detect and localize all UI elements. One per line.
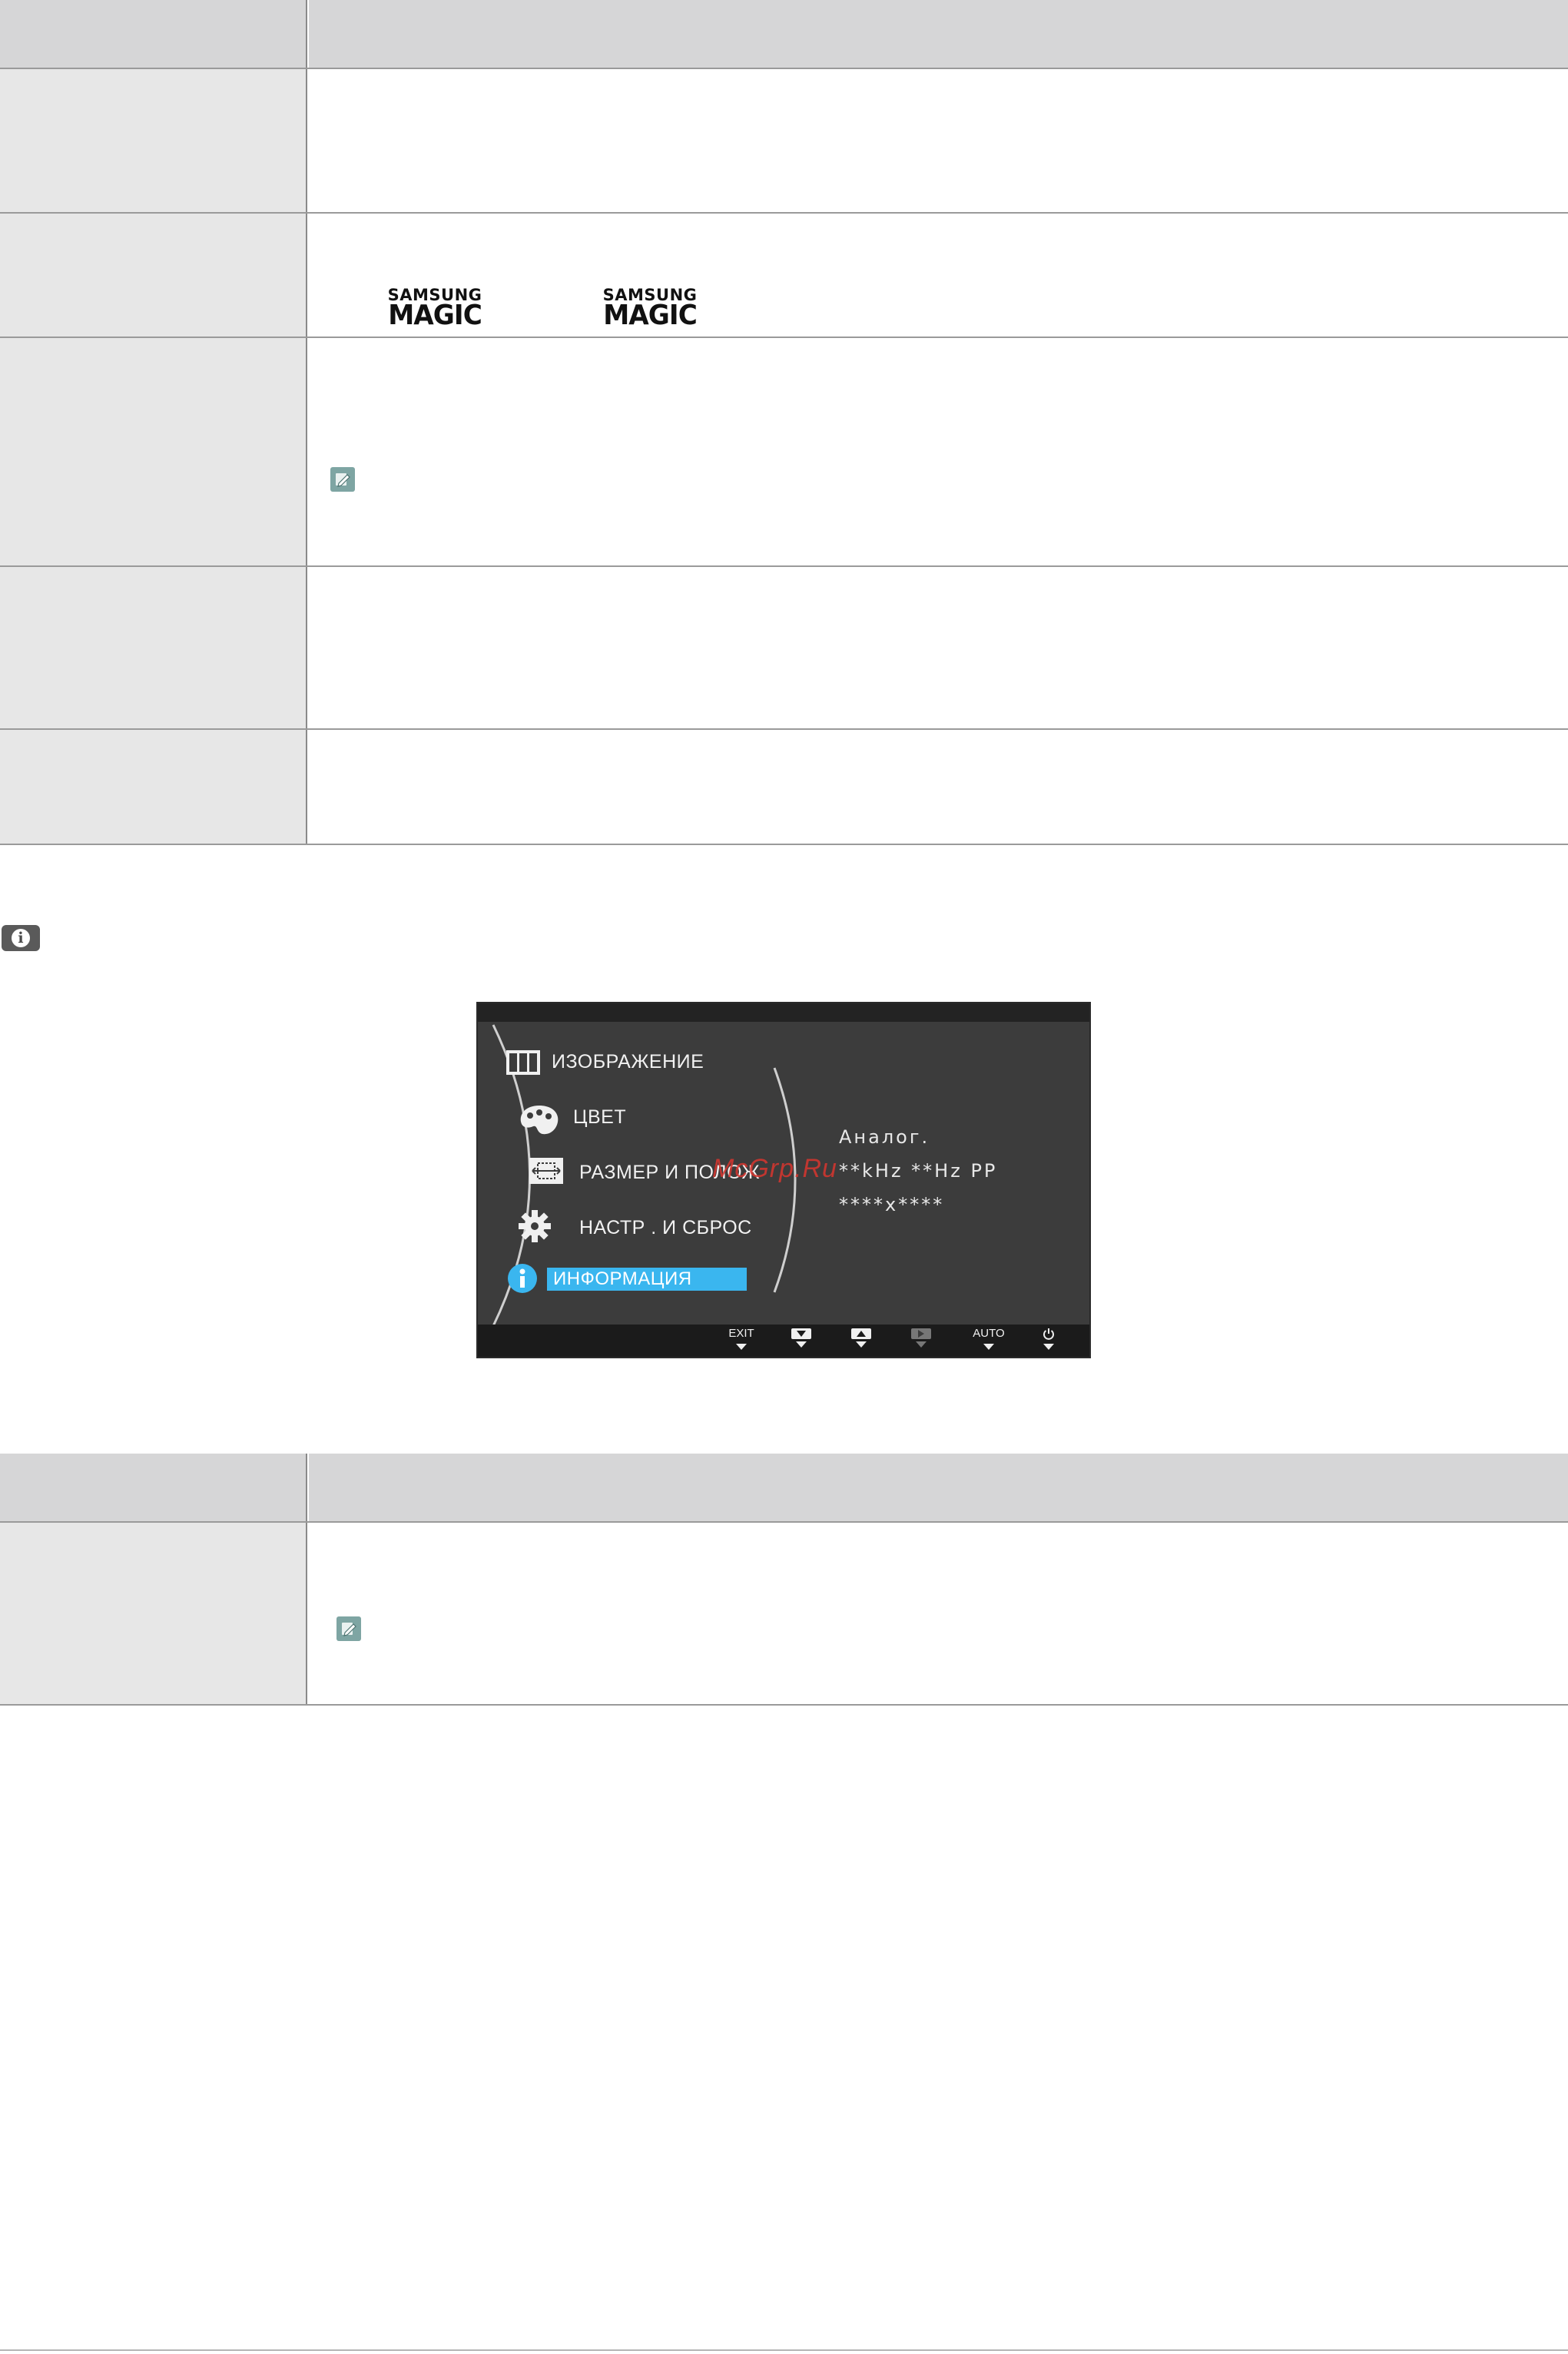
- down-button[interactable]: [782, 1326, 820, 1354]
- palette-icon: [520, 1106, 559, 1135]
- signal-type-text: Аналог.: [839, 1126, 930, 1148]
- table-header-row: [0, 0, 1568, 69]
- table-header-left: [0, 0, 307, 68]
- size-position-icon: [529, 1158, 563, 1184]
- arrow-down-icon: [916, 1341, 927, 1348]
- table-row: [0, 567, 1568, 730]
- arrow-down-icon: [736, 1344, 747, 1350]
- power-icon: [1043, 1326, 1055, 1341]
- menu-item-color: ЦВЕТ: [573, 1106, 627, 1128]
- frequency-text: **kHz **Hz PP: [839, 1160, 998, 1182]
- arrow-down-icon: [796, 1341, 807, 1348]
- note-icon: [336, 1616, 361, 1641]
- resolution-text: ****x****: [839, 1194, 945, 1215]
- arrow-down-icon: [983, 1344, 994, 1350]
- arrow-down-icon: [856, 1341, 867, 1348]
- down-key-icon: [791, 1328, 811, 1339]
- info-icon: i: [2, 925, 40, 951]
- menu-item-information-selected: ИНФОРМАЦИЯ: [547, 1268, 747, 1291]
- up-key-icon: [851, 1328, 871, 1339]
- auto-button[interactable]: AUTO: [970, 1326, 1008, 1354]
- arrow-down-icon: [1043, 1344, 1054, 1350]
- table-header-row: [0, 1454, 1568, 1523]
- note-icon: [330, 467, 355, 492]
- exit-button[interactable]: EXIT: [722, 1326, 761, 1354]
- samsung-magic-logo: SAMSUNG MAGIC: [387, 286, 482, 331]
- up-button[interactable]: [842, 1326, 880, 1354]
- footer-divider: [0, 2349, 1568, 2351]
- table-header-right: [309, 0, 1568, 68]
- table-row: [0, 69, 1568, 214]
- table-row: [0, 1523, 1568, 1706]
- right-key-icon: [911, 1328, 931, 1339]
- table-row: [0, 730, 1568, 845]
- samsung-magic-logo: SAMSUNG MAGIC: [602, 286, 698, 331]
- osd-menu-screenshot: ИЗОБРАЖЕНИЕ ЦВЕТ РАЗМЕР И ПОЛОЖ НАСТР . …: [476, 1002, 1091, 1358]
- menu-item-setup-reset: НАСТР . И СБРОС: [579, 1217, 752, 1238]
- gear-icon: [519, 1210, 551, 1242]
- right-button[interactable]: [902, 1326, 940, 1354]
- watermark-text: McGrp.Ru: [712, 1154, 837, 1183]
- info-icon: [508, 1264, 537, 1293]
- power-button[interactable]: [1029, 1326, 1068, 1354]
- menu-item-picture: ИЗОБРАЖЕНИЕ: [552, 1051, 704, 1073]
- table-row: [0, 338, 1568, 567]
- table-row: SAMSUNG MAGIC SAMSUNG MAGIC: [0, 214, 1568, 338]
- picture-icon: [506, 1050, 540, 1075]
